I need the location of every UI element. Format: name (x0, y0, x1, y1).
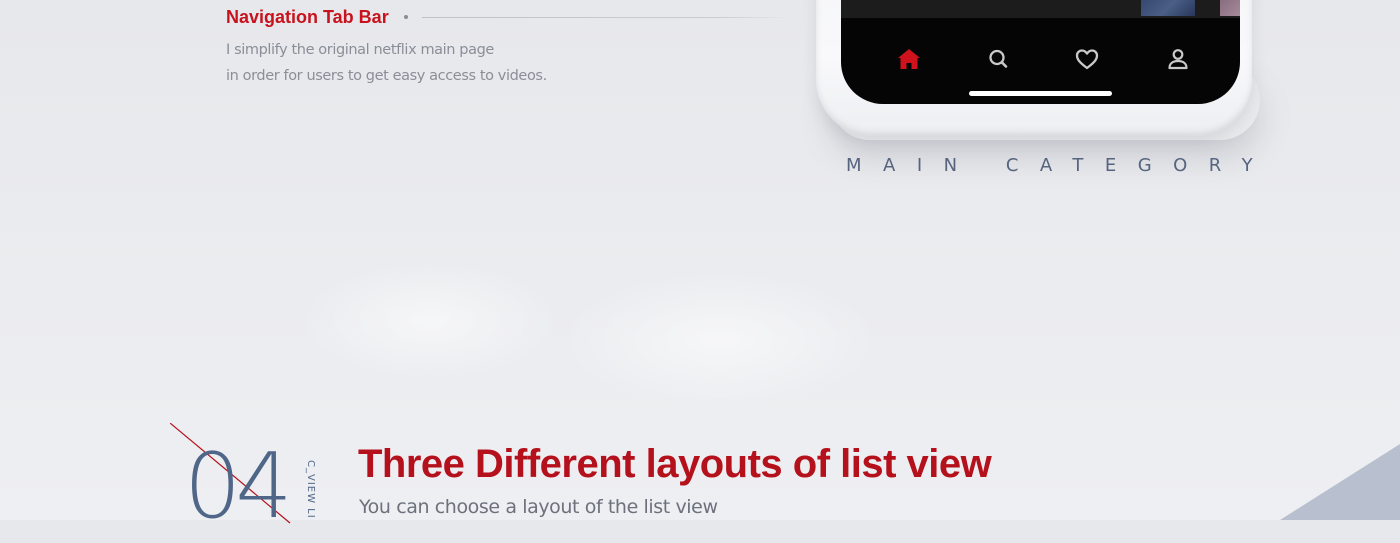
section-subtitle: You can choose a layout of the list view (359, 496, 718, 518)
tab-bar (841, 42, 1240, 76)
section-number: 04 (184, 434, 293, 539)
home-icon[interactable] (894, 44, 924, 74)
background-glow (300, 260, 560, 380)
title-connector-line (421, 16, 792, 18)
video-thumbnail[interactable] (1141, 0, 1195, 16)
background-glow (560, 270, 880, 410)
nav-title-row: Navigation Tab Bar (226, 6, 792, 28)
home-indicator[interactable] (969, 91, 1112, 96)
video-thumbnail[interactable] (1220, 0, 1240, 16)
heart-icon[interactable] (1072, 44, 1102, 74)
title-dot (403, 15, 408, 19)
nav-description-line: in order for users to get easy access to… (226, 68, 547, 84)
nav-description-line: I simplify the original netflix main pag… (226, 42, 494, 58)
decorative-corner-shape (1280, 444, 1400, 520)
nav-tab-bar-annotation: Navigation Tab Bar I simplify the origin… (226, 6, 792, 89)
section-vertical-label: C_VIEW LI (305, 460, 316, 519)
main-category-caption: MAIN CATEGORY (846, 155, 1275, 176)
nav-description: I simplify the original netflix main pag… (226, 37, 792, 89)
nav-title: Navigation Tab Bar (226, 6, 389, 27)
search-icon[interactable] (983, 44, 1013, 74)
section-title: Three Different layouts of list view (358, 442, 992, 486)
profile-icon[interactable] (1163, 44, 1193, 74)
